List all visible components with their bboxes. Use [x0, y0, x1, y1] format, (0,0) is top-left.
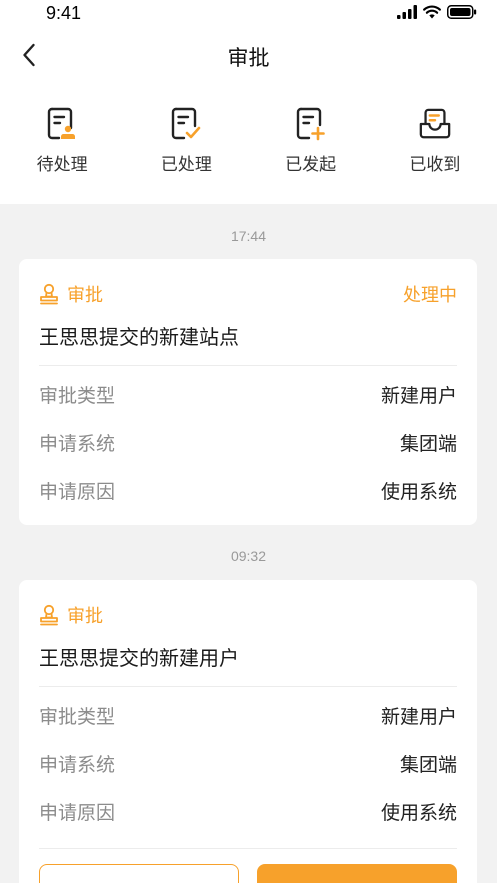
stamp-icon — [40, 283, 58, 305]
row-value: 新建用户 — [380, 706, 457, 728]
divider — [39, 686, 457, 687]
row-value: 使用系统 — [380, 802, 457, 824]
top-panel: 9:41 审批 待处理 已处理 已发起 已收到 — [0, 0, 497, 204]
timestamp: 17:44 — [230, 228, 267, 244]
battery-icon — [447, 5, 477, 19]
status-badge: 处理中 — [403, 285, 457, 306]
processed-doc-icon — [169, 106, 203, 142]
tab-bar: 待处理 已处理 已发起 已收到 — [0, 106, 497, 175]
status-icons — [397, 5, 477, 19]
tab-label: 待处理 — [36, 155, 88, 175]
card-type: 审批 — [39, 281, 103, 307]
row-label: 审批类型 — [39, 706, 116, 728]
nav-bar: 审批 — [0, 30, 497, 82]
row-label: 审批类型 — [39, 385, 116, 407]
row-label: 申请原因 — [39, 802, 116, 824]
row-label: 申请系统 — [39, 433, 116, 455]
tab-processed[interactable]: 已处理 — [124, 106, 248, 175]
tab-label: 已处理 — [160, 155, 212, 175]
signal-icon — [397, 5, 417, 19]
approval-card[interactable]: 审批 处理中 王思思提交的新建站点 审批类型 新建用户 申请系统 集团端 申请原… — [19, 259, 477, 525]
tab-label: 已发起 — [285, 155, 337, 175]
tab-initiated[interactable]: 已发起 — [249, 106, 373, 175]
detail-row: 申请系统 集团端 — [39, 429, 457, 459]
primary-action-button[interactable] — [257, 864, 457, 883]
page-title: 审批 — [227, 46, 270, 70]
row-value: 集团端 — [399, 754, 457, 776]
row-value: 集团端 — [399, 433, 457, 455]
divider — [39, 365, 457, 366]
initiated-doc-icon — [294, 106, 328, 142]
pending-doc-icon — [45, 106, 79, 142]
inbox-icon — [418, 106, 452, 142]
detail-row: 审批类型 新建用户 — [39, 702, 457, 732]
row-value: 新建用户 — [380, 385, 457, 407]
tab-received[interactable]: 已收到 — [373, 106, 497, 175]
card-type-label: 审批 — [67, 285, 103, 306]
stamp-icon — [40, 604, 58, 626]
row-label: 申请原因 — [39, 481, 116, 503]
card-header: 审批 处理中 — [39, 281, 457, 309]
detail-row: 申请原因 使用系统 — [39, 477, 457, 507]
card-title: 王思思提交的新建站点 — [39, 325, 239, 349]
detail-row: 审批类型 新建用户 — [39, 381, 457, 411]
card-header: 审批 — [39, 602, 457, 630]
row-label: 申请系统 — [39, 754, 116, 776]
secondary-action-button[interactable] — [39, 864, 239, 883]
timestamp: 09:32 — [230, 548, 267, 564]
status-bar: 9:41 — [0, 0, 497, 30]
tab-pending[interactable]: 待处理 — [0, 106, 124, 175]
wifi-icon — [423, 5, 441, 19]
detail-row: 申请系统 集团端 — [39, 750, 457, 780]
detail-row: 申请原因 使用系统 — [39, 798, 457, 828]
card-type-label: 审批 — [67, 606, 103, 627]
status-time: 9:41 — [46, 3, 82, 23]
divider — [39, 848, 457, 849]
card-type: 审批 — [39, 602, 103, 628]
row-value: 使用系统 — [380, 481, 457, 503]
tab-label: 已收到 — [409, 155, 461, 175]
approval-card[interactable]: 审批 王思思提交的新建用户 审批类型 新建用户 申请系统 集团端 申请原因 使用… — [19, 580, 477, 883]
card-title: 王思思提交的新建用户 — [39, 646, 239, 670]
